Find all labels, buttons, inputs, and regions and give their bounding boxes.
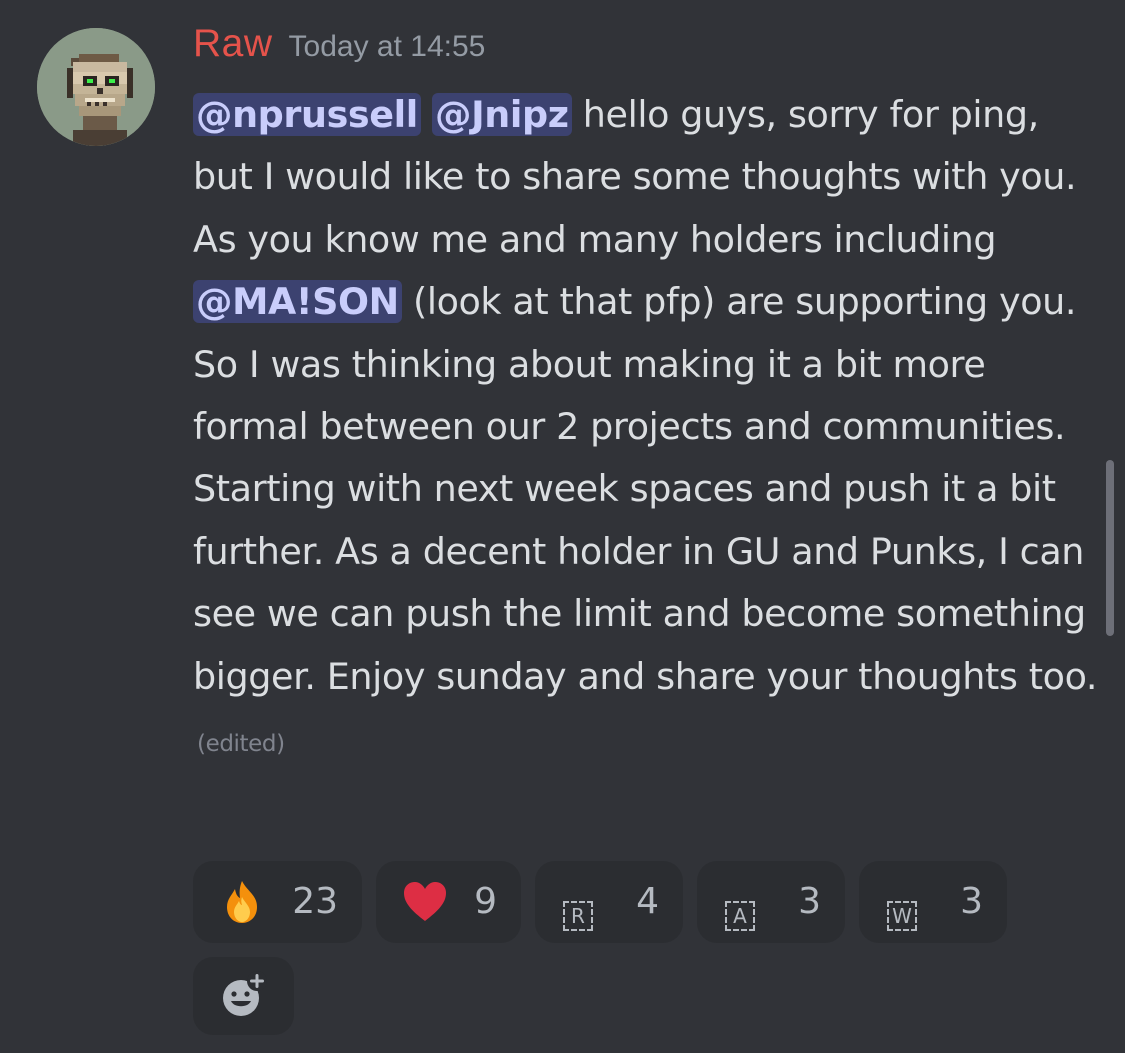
reaction-count: 3 bbox=[960, 881, 983, 922]
letter-w-emoji-icon: W bbox=[887, 901, 917, 931]
mention-nprussell[interactable]: @nprussell bbox=[193, 93, 421, 136]
add-reaction-icon bbox=[223, 971, 267, 1016]
chat-message: Raw Today at 14:55 @nprussell @Jnipz hell… bbox=[0, 0, 1125, 1053]
edited-label: (edited) bbox=[197, 731, 285, 758]
reaction-count: 9 bbox=[474, 881, 497, 922]
fire-emoji-icon bbox=[227, 881, 257, 923]
reaction-letter-w[interactable]: W 3 bbox=[859, 861, 1007, 943]
reaction-count: 4 bbox=[636, 881, 659, 922]
red-heart-emoji-icon bbox=[404, 882, 446, 921]
mention-mason[interactable]: @MA!SON bbox=[193, 280, 402, 324]
reaction-letter-a[interactable]: A 3 bbox=[697, 861, 845, 943]
mention-jnipz[interactable]: @Jnipz bbox=[432, 93, 572, 136]
author-name[interactable]: Raw bbox=[193, 22, 273, 65]
letter-a-emoji-icon: A bbox=[725, 901, 755, 931]
reaction-count: 3 bbox=[798, 881, 821, 922]
add-reaction-button[interactable] bbox=[193, 957, 294, 1035]
letter-r-emoji-icon: R bbox=[563, 901, 593, 931]
message-header: Raw Today at 14:55 bbox=[193, 22, 485, 82]
message-content: @nprussell @Jnipz hello guys, sorry for … bbox=[193, 84, 1103, 775]
reaction-fire[interactable]: 23 bbox=[193, 861, 362, 943]
message-timestamp: Today at 14:55 bbox=[288, 30, 486, 63]
message-text-part-2: (look at that pfp) are supporting you. S… bbox=[193, 280, 1098, 698]
reaction-heart[interactable]: 9 bbox=[376, 861, 521, 943]
pixel-skull-avatar-image bbox=[37, 28, 155, 146]
reaction-count: 23 bbox=[292, 881, 338, 922]
reaction-letter-r[interactable]: R 4 bbox=[535, 861, 683, 943]
scrollbar[interactable] bbox=[1106, 460, 1114, 636]
user-avatar[interactable] bbox=[37, 28, 155, 146]
